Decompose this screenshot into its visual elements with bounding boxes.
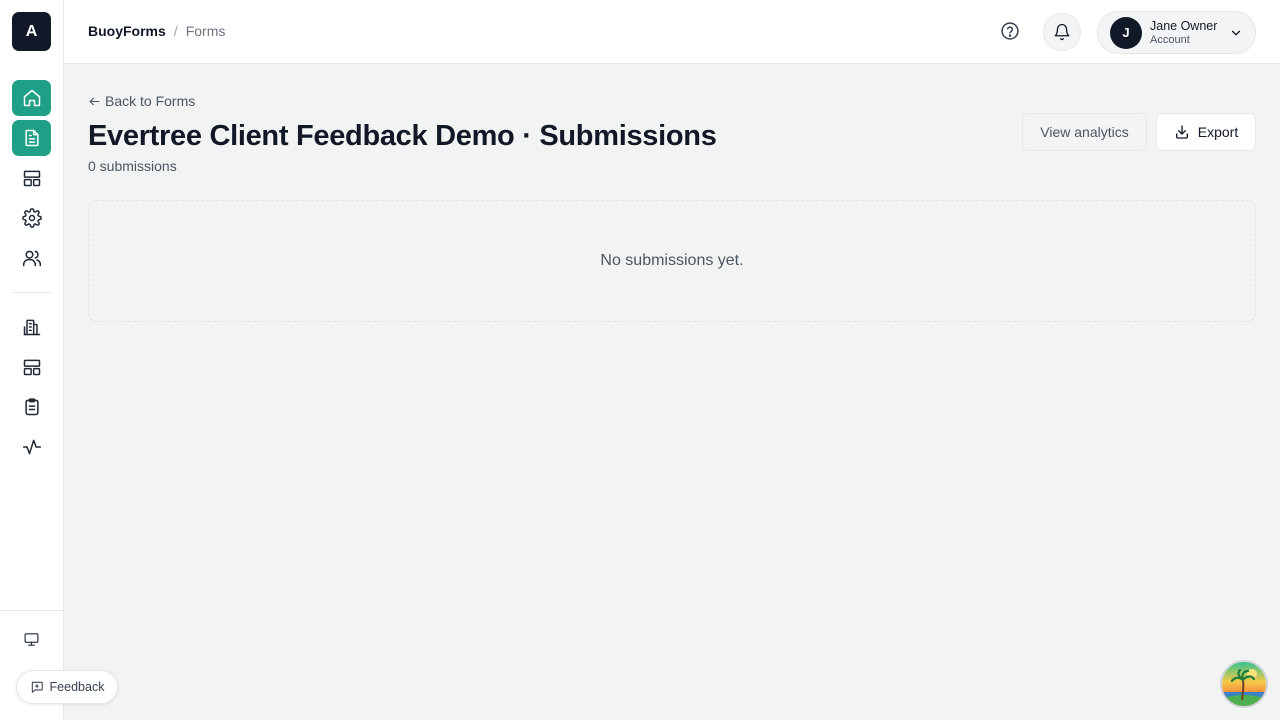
gear-icon (21, 208, 42, 228)
message-plus-icon (31, 681, 43, 693)
breadcrumb-separator: / (173, 23, 178, 39)
sidebar-item-tasks[interactable] (12, 389, 51, 425)
export-button[interactable]: Export (1156, 113, 1256, 151)
page-title: Evertree Client Feedback Demo · Submissi… (88, 120, 717, 152)
empty-state: No submissions yet. (88, 200, 1256, 322)
view-analytics-label: View analytics (1040, 124, 1129, 140)
export-label: Export (1197, 124, 1239, 140)
back-link-label: Back to Forms (105, 93, 196, 109)
help-button[interactable] (993, 14, 1027, 48)
arrow-left-icon (89, 97, 100, 105)
chevron-down-icon (1231, 30, 1241, 36)
workspace-logo-letter: A (25, 22, 38, 40)
account-subtitle: Account (1150, 33, 1190, 46)
back-to-forms-link[interactable]: Back to Forms (88, 93, 195, 109)
breadcrumb-root[interactable]: BuoyForms (88, 23, 166, 39)
users-icon (22, 250, 41, 267)
sidebar-item-home[interactable] (12, 80, 51, 116)
sidebar-item-forms[interactable] (12, 120, 51, 156)
download-icon (1175, 125, 1188, 139)
sidebar-item-layouts[interactable] (12, 160, 51, 196)
beach-palm-icon (1222, 662, 1266, 706)
assistant-avatar[interactable] (1220, 660, 1268, 708)
sidebar-item-templates[interactable] (12, 349, 51, 385)
empty-state-message: No submissions yet. (600, 252, 744, 269)
clipboard-icon (24, 398, 39, 416)
sidebar-footer-divider (0, 610, 63, 611)
help-icon (1001, 22, 1019, 40)
notifications-button[interactable] (1043, 13, 1081, 51)
submission-count: 0 submissions (88, 158, 177, 174)
sidebar-item-display[interactable] (12, 621, 51, 657)
feedback-label: Feedback (49, 680, 105, 694)
breadcrumb: BuoyForms / Forms (88, 23, 225, 39)
activity-icon (22, 439, 41, 455)
view-analytics-button[interactable]: View analytics (1022, 113, 1147, 151)
sidebar-item-settings[interactable] (12, 200, 51, 236)
avatar: J (1110, 16, 1142, 49)
layout-icon (23, 170, 40, 187)
document-icon (24, 129, 39, 147)
monitor-icon (24, 632, 39, 646)
top-header: BuoyForms / Forms J Jane Owner Account (64, 0, 1280, 64)
feedback-button[interactable]: Feedback (16, 670, 118, 704)
sidebar: A (0, 0, 64, 720)
home-icon (23, 89, 40, 107)
sidebar-item-users[interactable] (12, 240, 51, 276)
account-menu[interactable]: J Jane Owner Account (1097, 11, 1256, 54)
avatar-initial: J (1122, 25, 1130, 40)
layout-icon (23, 359, 40, 376)
account-name: Jane Owner (1150, 18, 1218, 33)
sidebar-divider (12, 292, 51, 293)
sidebar-item-organizations[interactable] (12, 309, 51, 345)
sidebar-item-activity[interactable] (12, 429, 51, 465)
building-icon (23, 319, 40, 336)
breadcrumb-current[interactable]: Forms (186, 23, 226, 39)
workspace-logo[interactable]: A (12, 12, 51, 51)
bell-icon (1054, 23, 1070, 41)
